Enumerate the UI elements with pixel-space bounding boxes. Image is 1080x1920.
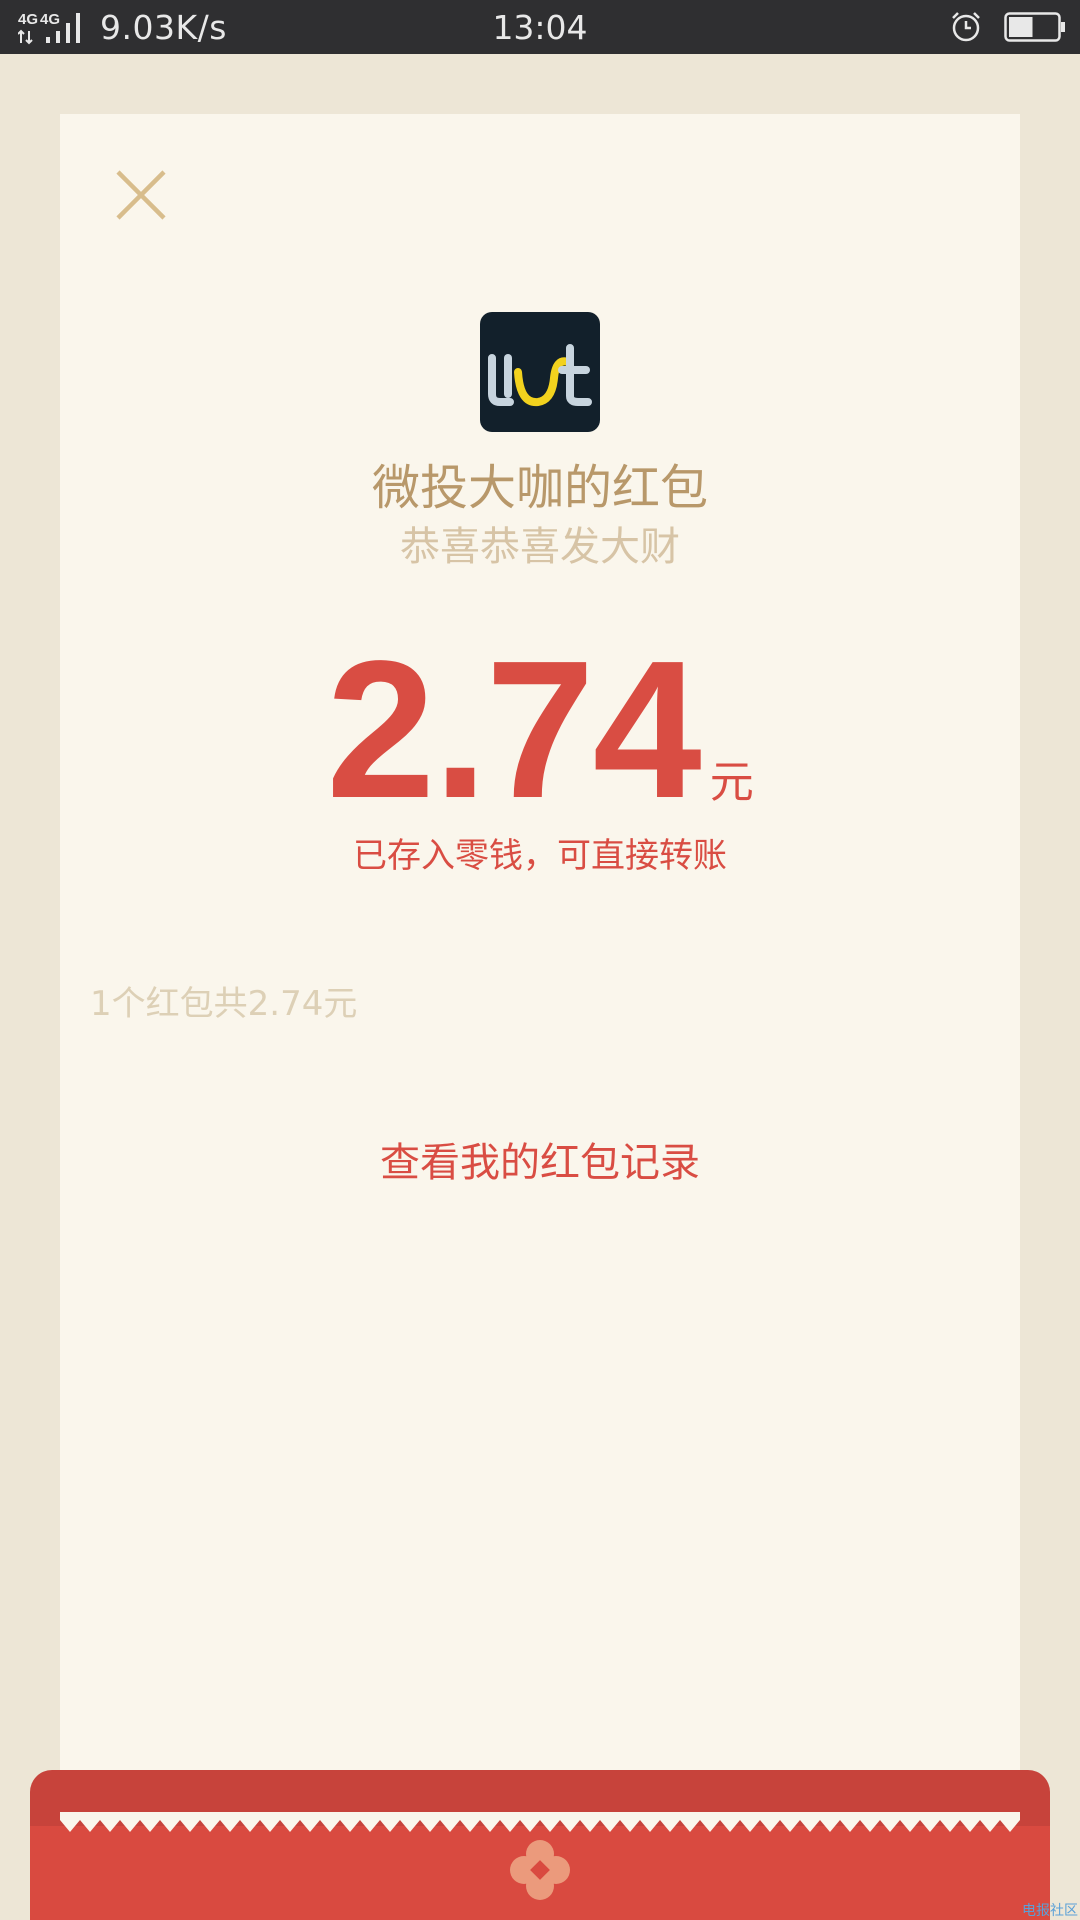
close-icon[interactable] [100, 154, 172, 226]
alarm-icon [952, 12, 980, 42]
sender-name: 微投大咖的红包 [371, 460, 708, 516]
greeting-message: 恭喜恭喜发大财 [400, 524, 680, 570]
packet-summary: 1个红包共2.74元 [90, 984, 358, 1024]
amount-row: 2.74 元 [60, 632, 1020, 828]
battery-icon [1004, 12, 1065, 42]
app-logo-icon [488, 344, 592, 407]
view-records-link[interactable]: 查看我的红包记录 [60, 1130, 1020, 1188]
red-packet-detail-card: 微投大咖的红包 恭喜恭喜发大财 2.74 元 已存入零钱，可直接转账 1个红包共2… [60, 114, 1020, 1824]
envelope-emblem-icon [510, 1840, 570, 1900]
status-right [950, 0, 1066, 54]
amount-value: 2.74 [326, 620, 701, 839]
status-time: 13:04 [492, 8, 588, 47]
status-bar: 4G 4G 9.03K/s 13:04 [0, 0, 1080, 54]
watermark: 电报社区 [1022, 1903, 1078, 1919]
saved-to-wallet-note: 已存入零钱，可直接转账 [353, 836, 727, 876]
sender-avatar [480, 312, 600, 432]
amount-unit: 元 [709, 757, 754, 808]
